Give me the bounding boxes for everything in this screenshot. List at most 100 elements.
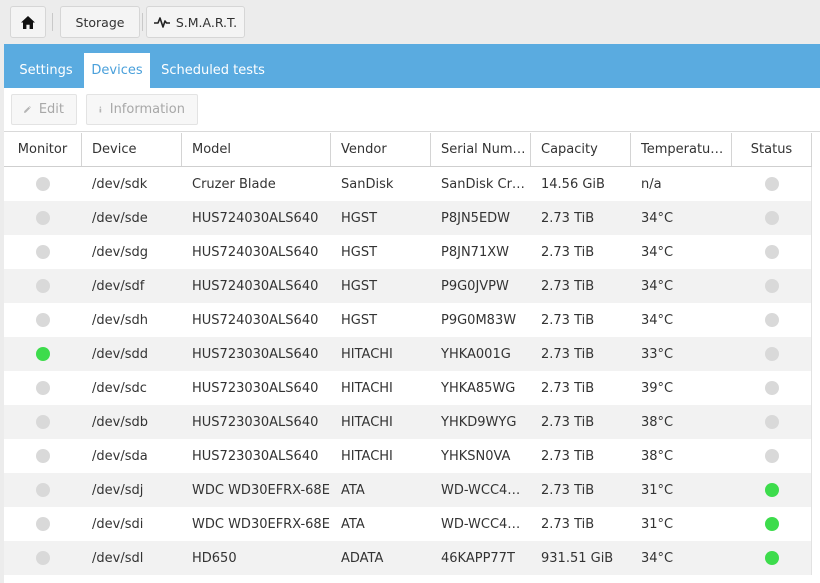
column-header-vendor[interactable]: Vendor	[331, 133, 431, 166]
model-cell: HUS723030ALS640	[192, 380, 319, 396]
model-cell: HUS723030ALS640	[192, 448, 319, 464]
model-cell: Cruzer Blade	[192, 176, 276, 192]
monitor-cell	[4, 303, 82, 337]
capacity-cell: 14.56 GiB	[531, 167, 631, 201]
status-cell	[732, 405, 812, 439]
device-cell: /dev/sdl	[82, 541, 182, 575]
serial-cell: WD-WCC4…	[441, 482, 521, 498]
temperature-cell: 38°C	[641, 448, 674, 464]
temperature-cell: 34°C	[631, 541, 732, 575]
device-cell: /dev/sdi	[92, 516, 144, 532]
column-header-serial[interactable]: Serial Num…	[431, 133, 531, 166]
device-cell: /dev/sdl	[92, 550, 144, 566]
table-row[interactable]: /dev/sda HUS723030ALS640 HITACHI YHKSN0VA 2.…	[4, 439, 812, 473]
model-cell: HUS723030ALS640	[182, 337, 331, 371]
column-header-status[interactable]: Status	[732, 133, 812, 166]
column-header-monitor[interactable]: Monitor	[4, 133, 82, 166]
status-cell	[732, 303, 812, 337]
model-cell: HUS724030ALS640	[182, 303, 331, 337]
tab-devices[interactable]: Devices	[84, 53, 150, 88]
column-header-model[interactable]: Model	[182, 133, 331, 166]
monitor-status-dot	[36, 415, 50, 429]
model-cell: HUS723030ALS640	[192, 346, 319, 362]
tab-settings[interactable]: Settings	[8, 53, 84, 88]
model-cell: Cruzer Blade	[182, 167, 331, 201]
vendor-cell: ATA	[331, 473, 431, 507]
model-cell: HUS724030ALS640	[182, 235, 331, 269]
model-cell: HUS724030ALS640	[192, 244, 319, 260]
table-row[interactable]: /dev/sdf HUS724030ALS640 HGST P9G0JVPW 2.73 …	[4, 269, 812, 303]
table-row[interactable]: /dev/sdd HUS723030ALS640 HITACHI YHKA001G 2.…	[4, 337, 812, 371]
table-row[interactable]: /dev/sdg HUS724030ALS640 HGST P8JN71XW 2.73 …	[4, 235, 812, 269]
table-row[interactable]: /dev/sde HUS724030ALS640 HGST P8JN5EDW 2.73 …	[4, 201, 812, 235]
serial-cell: P8JN5EDW	[441, 210, 511, 226]
table-row[interactable]: /dev/sdl HD650 ADATA 46KAPP77T 931.51 GiB 34°…	[4, 541, 812, 575]
temperature-cell: 31°C	[641, 516, 674, 532]
device-cell: /dev/sdc	[92, 380, 147, 396]
serial-cell: YHKSN0VA	[431, 439, 531, 473]
model-cell: HUS723030ALS640	[182, 439, 331, 473]
model-cell: HUS723030ALS640	[182, 405, 331, 439]
table-row[interactable]: /dev/sdj WDC WD30EFRX-68E ATA WD-WCC4… 2.73 …	[4, 473, 812, 507]
device-status-dot	[764, 347, 779, 361]
capacity-cell: 2.73 TiB	[531, 507, 631, 541]
column-header-device[interactable]: Device	[82, 133, 182, 166]
vendor-cell: HITACHI	[341, 448, 393, 464]
device-status-dot	[764, 245, 779, 259]
pencil-icon	[24, 105, 31, 113]
capacity-cell: 2.73 TiB	[541, 414, 595, 430]
status-cell	[732, 167, 812, 201]
device-cell: /dev/sdf	[92, 278, 145, 294]
home-button[interactable]	[10, 6, 46, 38]
device-cell: /dev/sda	[82, 439, 182, 473]
capacity-cell: 2.73 TiB	[531, 201, 631, 235]
temperature-cell: 34°C	[631, 201, 732, 235]
device-status-dot	[764, 449, 779, 463]
model-cell: HUS723030ALS640	[192, 414, 319, 430]
breadcrumb-smart[interactable]: S.M.A.R.T.	[146, 6, 245, 38]
edit-button[interactable]: Edit	[11, 94, 77, 125]
device-cell: /dev/sde	[82, 201, 182, 235]
table-row[interactable]: /dev/sdc HUS723030ALS640 HITACHI YHKA85WG 2.…	[4, 371, 812, 405]
devices-table: Monitor Device Model Vendor Serial Num… …	[4, 133, 812, 575]
vendor-cell: HITACHI	[341, 414, 393, 430]
capacity-cell: 2.73 TiB	[541, 380, 595, 396]
table-row[interactable]: /dev/sdk Cruzer Blade SanDisk SanDisk Cr… 14…	[4, 167, 812, 201]
vendor-cell: HGST	[331, 201, 431, 235]
temperature-cell: n/a	[631, 167, 732, 201]
monitor-cell	[4, 405, 82, 439]
vendor-cell: HITACHI	[331, 337, 431, 371]
vendor-cell: HITACHI	[341, 346, 393, 362]
capacity-cell: 931.51 GiB	[541, 550, 614, 566]
toolbar: Edit Information	[4, 88, 820, 132]
tab-scheduled-tests[interactable]: Scheduled tests	[150, 53, 276, 88]
column-header-temperature[interactable]: Temperatu…	[631, 133, 732, 166]
breadcrumb-smart-label: S.M.A.R.T.	[175, 14, 238, 30]
capacity-cell: 931.51 GiB	[531, 541, 631, 575]
vendor-cell: SanDisk	[331, 167, 431, 201]
temperature-cell: 34°C	[641, 550, 674, 566]
table-row[interactable]: /dev/sdb HUS723030ALS640 HITACHI YHKD9WYG 2.…	[4, 405, 812, 439]
breadcrumb-separator	[52, 13, 53, 31]
device-cell: /dev/sdk	[82, 167, 182, 201]
device-cell: /dev/sdc	[82, 371, 182, 405]
device-status-dot	[764, 177, 779, 191]
breadcrumb-storage[interactable]: Storage	[60, 6, 140, 38]
table-row[interactable]: /dev/sdi WDC WD30EFRX-68E ATA WD-WCC4… 2.73 …	[4, 507, 812, 541]
table-row[interactable]: /dev/sdh HUS724030ALS640 HGST P9G0M83W 2.73 …	[4, 303, 812, 337]
model-cell: HUS724030ALS640	[192, 278, 319, 294]
capacity-cell: 2.73 TiB	[541, 346, 595, 362]
information-button[interactable]: Information	[86, 94, 198, 125]
serial-cell: WD-WCC4…	[431, 473, 531, 507]
temperature-cell: 34°C	[631, 303, 732, 337]
serial-cell: YHKA001G	[431, 337, 531, 371]
serial-cell: P9G0JVPW	[441, 278, 509, 294]
device-cell: /dev/sdg	[82, 235, 182, 269]
device-status-dot	[764, 517, 779, 531]
column-header-capacity[interactable]: Capacity	[531, 133, 631, 166]
breadcrumb-bar: Storage S.M.A.R.T.	[0, 0, 820, 44]
monitor-status-dot	[36, 279, 50, 293]
table-header: Monitor Device Model Vendor Serial Num… …	[4, 133, 812, 167]
serial-cell: WD-WCC4…	[441, 516, 521, 532]
serial-cell: SanDisk Cr…	[441, 176, 525, 192]
